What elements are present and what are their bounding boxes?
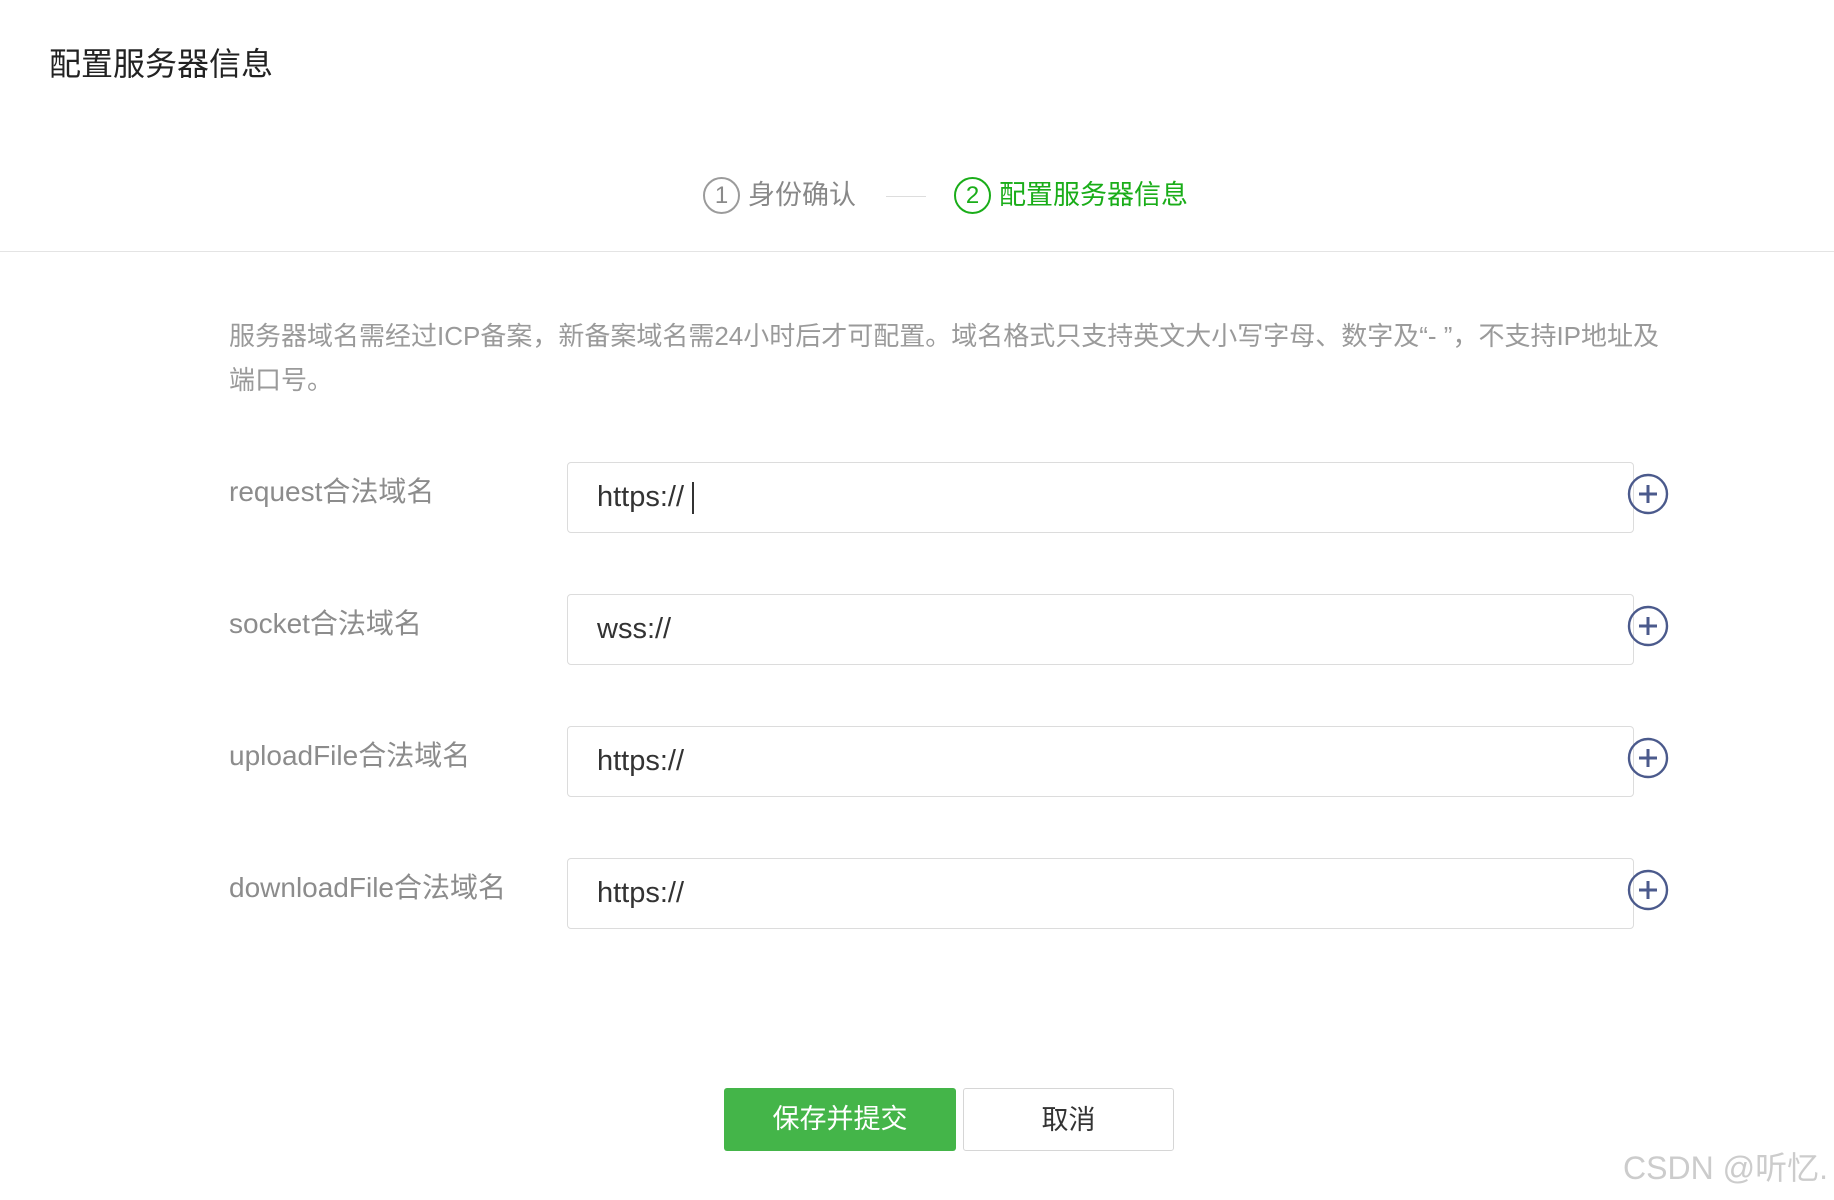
plus-circle-icon	[1627, 869, 1669, 911]
step-1-label: 身份确认	[748, 180, 856, 210]
downloadfile-domain-input[interactable]: https://	[567, 858, 1634, 929]
save-and-submit-button[interactable]: 保存并提交	[724, 1088, 956, 1151]
header-divider	[0, 251, 1834, 252]
plus-circle-icon	[1627, 737, 1669, 779]
add-request-domain-button[interactable]	[1627, 473, 1669, 515]
socket-domain-value: wss://	[597, 613, 672, 645]
downloadfile-domain-label: downloadFile合法域名	[229, 872, 506, 903]
add-downloadfile-domain-button[interactable]	[1627, 869, 1669, 911]
plus-circle-icon	[1627, 473, 1669, 515]
domain-rules-description: 服务器域名需经过ICP备案，新备案域名需24小时后才可配置。域名格式只支持英文大…	[229, 321, 1660, 395]
text-caret	[692, 481, 695, 514]
uploadfile-domain-input[interactable]: https://	[567, 726, 1634, 797]
form-row-socket: socket合法域名 wss://	[0, 594, 1834, 665]
page-title: 配置服务器信息	[49, 46, 274, 82]
add-socket-domain-button[interactable]	[1627, 605, 1669, 647]
watermark: CSDN @听忆.	[1623, 1150, 1828, 1186]
request-domain-input[interactable]: https://	[567, 462, 1634, 533]
socket-domain-input[interactable]: wss://	[567, 594, 1634, 665]
plus-circle-icon	[1627, 605, 1669, 647]
request-domain-label: request合法域名	[229, 476, 435, 507]
cancel-button[interactable]: 取消	[963, 1088, 1174, 1151]
form-row-request: request合法域名 https://	[0, 462, 1834, 533]
step-2-number: 2	[954, 177, 991, 214]
add-uploadfile-domain-button[interactable]	[1627, 737, 1669, 779]
form-row-downloadfile: downloadFile合法域名 https://	[0, 858, 1834, 929]
step-2-label: 配置服务器信息	[999, 180, 1188, 210]
downloadfile-domain-value: https://	[597, 877, 685, 909]
socket-domain-label: socket合法域名	[229, 608, 422, 639]
uploadfile-domain-value: https://	[597, 745, 685, 777]
request-domain-value: https://	[597, 481, 685, 513]
step-connector	[886, 196, 926, 197]
step-1-number: 1	[703, 177, 740, 214]
uploadfile-domain-label: uploadFile合法域名	[229, 740, 471, 771]
form-row-uploadfile: uploadFile合法域名 https://	[0, 726, 1834, 797]
